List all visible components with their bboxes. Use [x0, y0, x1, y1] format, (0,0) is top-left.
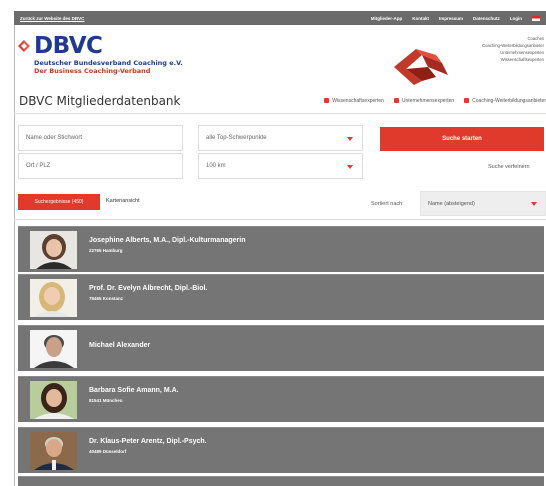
title-row: DBVC Mitgliederdatenbank Wissenschaftsex… [14, 88, 546, 114]
menu-item-imprint[interactable]: Impressum [439, 16, 463, 21]
logo-subtitle: Deutscher Bundesverband Coaching e.V. [34, 59, 183, 67]
language-flag-icon[interactable] [532, 15, 540, 21]
refine-search-link[interactable]: Suche verfeinern [488, 164, 530, 170]
legend-square-icon [464, 98, 470, 103]
focus-select[interactable]: alle Top-Schwerpunkte [198, 125, 363, 151]
name-search-input[interactable]: Name oder Stichwort [18, 125, 183, 151]
top-bar: Zurück zur Website des DBVC Mitglieder-A… [14, 11, 546, 25]
legend-item-science[interactable]: Wissenschaftsexperten [324, 98, 384, 104]
menu-item-login[interactable]: Login [510, 16, 522, 21]
legend-item-training[interactable]: Coaching-Weiterbildungsanbieter [464, 98, 546, 104]
sort-label: Sortiert nach: [371, 201, 404, 207]
brand-3d-mark-icon [394, 49, 448, 85]
portrait-image [30, 432, 77, 470]
avatar [30, 330, 77, 368]
menu-item-contact[interactable]: Kontakt [412, 16, 429, 21]
tagline-item: Coaching-Weiterbildungsanbieter [482, 43, 544, 48]
location-input[interactable]: Ort / PLZ [18, 153, 183, 179]
avatar [30, 279, 77, 317]
sort-select[interactable]: Name (absteigend) [420, 191, 546, 216]
avatar [30, 231, 77, 269]
tagline-item: Wissenschaftsexperten [500, 57, 544, 62]
portrait-image [30, 330, 77, 368]
radius-select[interactable]: 100 km [198, 153, 363, 179]
result-name[interactable]: Prof. Dr. Evelyn Albrecht, Dipl.-Biol. [89, 285, 207, 292]
legend-square-icon [393, 98, 399, 103]
logo-mark-icon [18, 40, 30, 52]
portrait-image [30, 279, 77, 317]
page-title: DBVC Mitgliederdatenbank [19, 93, 181, 108]
result-name[interactable]: Michael Alexander [89, 342, 150, 349]
result-row[interactable]: Dr. Klaus-Peter Arentz, Dipl.-Psych. 404… [18, 427, 544, 473]
tagline-item: Unternehmensexperten [500, 50, 544, 55]
expert-legend: Wissenschaftsexperten Unternehmensexpert… [324, 98, 546, 104]
result-location: 40489 Düsseldorf [89, 449, 127, 454]
result-row[interactable]: Michael Alexander [18, 325, 544, 371]
site-header: DBVC Deutscher Bundesverband Coaching e.… [14, 25, 546, 87]
menu-item-app[interactable]: Mitglieder-App [371, 16, 403, 21]
result-name[interactable]: Josephine Alberts, M.A., Dipl.-Kulturman… [89, 237, 245, 244]
result-location: 22765 Hamburg [89, 248, 123, 253]
result-row[interactable]: Prof. Dr. Evelyn Albrecht, Dipl.-Biol. 7… [18, 274, 544, 320]
logo-text[interactable]: DBVC [34, 33, 103, 59]
target-group-list: Coaches Coaching-Weiterbildungsanbieter … [482, 35, 544, 63]
portrait-image [30, 381, 77, 419]
search-button[interactable]: Suche starten [380, 127, 544, 151]
result-location: 81541 München [89, 398, 123, 403]
back-to-website-link[interactable]: Zurück zur Website des DBVC [20, 16, 84, 21]
result-row[interactable]: Josephine Alberts, M.A., Dipl.-Kulturman… [18, 226, 544, 272]
result-name[interactable]: Dr. Klaus-Peter Arentz, Dipl.-Psych. [89, 438, 207, 445]
divider [14, 219, 546, 220]
tab-search-results[interactable]: Suchergebnisse (450) [18, 194, 100, 210]
result-row[interactable] [18, 476, 544, 486]
portrait-image [30, 231, 77, 269]
top-menu: Mitglieder-App Kontakt Impressum Datensc… [371, 15, 540, 21]
legend-item-business[interactable]: Unternehmensexperten [393, 97, 455, 104]
result-name[interactable]: Barbara Sofie Amann, M.A. [89, 387, 179, 394]
legend-label: Coaching-Weiterbildungsanbieter [472, 97, 546, 104]
logo-claim: Der Business Coaching-Verband [34, 67, 151, 75]
avatar [30, 432, 77, 470]
legend-square-icon [324, 98, 330, 103]
tagline-item: Coaches [527, 36, 544, 41]
legend-label: Wissenschaftsexperten [332, 97, 384, 104]
result-row[interactable]: Barbara Sofie Amann, M.A. 81541 München [18, 376, 544, 422]
tab-map-view[interactable]: Kartenansicht [106, 198, 140, 204]
avatar [30, 381, 77, 419]
result-location: 78465 Konstanz [89, 296, 124, 301]
menu-item-privacy[interactable]: Datenschutz [473, 16, 500, 21]
legend-label: Unternehmensexperten [401, 97, 455, 104]
